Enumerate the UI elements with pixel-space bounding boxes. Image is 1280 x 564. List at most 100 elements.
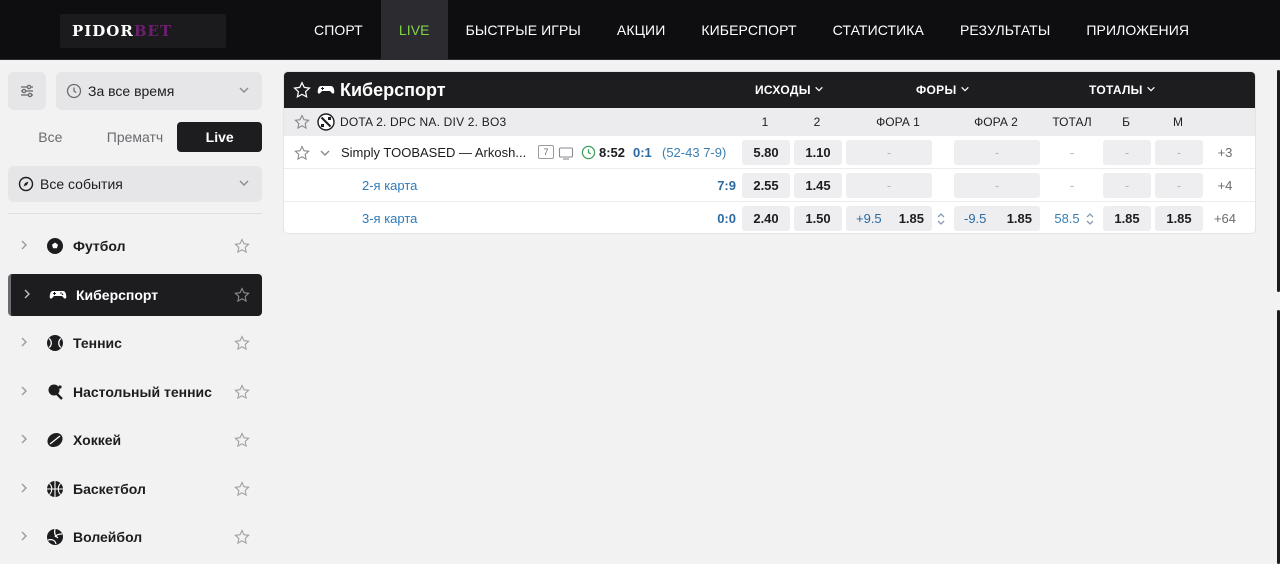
odd-under-empty: - (1155, 173, 1203, 198)
chevron-right-icon (21, 240, 27, 250)
tennis-ball-icon (47, 335, 63, 351)
league-header: DOTA 2. DPC NA. DIV 2. BO3 1 2 ФОРА 1 ФО… (284, 108, 1255, 136)
outcomes-column-header[interactable]: ИСХОДЫ (755, 72, 824, 108)
chevron-down-icon[interactable] (319, 147, 331, 159)
sort-arrows-icon[interactable] (936, 212, 946, 226)
sidebar-item-esports[interactable]: Киберспорт (8, 273, 262, 316)
match-row[interactable]: Simply TOOBASED — Arkosh... 7 8:52 0:1 (… (284, 136, 1255, 169)
star-icon[interactable] (234, 529, 250, 545)
map-row[interactable]: 2-я карта 7:9 2.55 1.45 - - - - - +4 (284, 169, 1255, 202)
sidebar-item-label: Футбол (73, 238, 126, 254)
star-icon[interactable] (234, 335, 250, 351)
segment-prematch[interactable]: Прематч (93, 122, 178, 152)
match-time: 8:52 (599, 145, 626, 160)
more-markets-link[interactable]: +3 (1205, 136, 1245, 169)
map-score: 7:9 (717, 178, 736, 193)
segment-all[interactable]: Все (8, 122, 93, 152)
nav-results[interactable]: РЕЗУЛЬТАТЫ (942, 0, 1068, 60)
nav-fast-games[interactable]: БЫСТРЫЕ ИГРЫ (448, 0, 599, 60)
league-name: DOTA 2. DPC NA. DIV 2. BO3 (340, 115, 507, 129)
star-icon[interactable] (294, 145, 310, 161)
total-value: 58.5 (1054, 211, 1080, 226)
time-filter-select[interactable]: За все время (56, 72, 262, 110)
chevron-right-icon (21, 483, 27, 492)
odd-fora1[interactable]: +9.5 1.85 (846, 206, 932, 231)
sidebar-item-basketball[interactable]: Баскетбол (8, 468, 262, 510)
odd-win1[interactable]: 2.40 (742, 206, 790, 231)
match-teams[interactable]: Simply TOOBASED — Arkosh... (341, 136, 526, 169)
chevron-down-icon (961, 86, 969, 92)
col-header-1: 1 (761, 115, 769, 129)
chevron-down-icon (815, 86, 824, 92)
sidebar-item-hockey[interactable]: Хоккей (8, 419, 262, 461)
nav-esports[interactable]: КИБЕРСПОРТ (683, 0, 814, 60)
map-name[interactable]: 3-я карта (362, 202, 417, 233)
map-row[interactable]: 3-я карта 0:0 2.40 1.50 +9.5 1.85 -9.5 1… (284, 202, 1255, 233)
col-header-fora2: ФОРА 2 (974, 115, 1018, 129)
clock-icon (581, 145, 596, 160)
sidebar-item-football[interactable]: Футбол (8, 225, 262, 267)
nav-statistics[interactable]: СТАТИСТИКА (815, 0, 942, 60)
odd-over-empty: - (1103, 140, 1151, 165)
star-icon[interactable] (234, 238, 250, 254)
odd-win1[interactable]: 2.55 (742, 173, 790, 198)
logo-text-accent: BET (133, 22, 173, 40)
sidebar-item-label: Теннис (73, 335, 122, 351)
map-name[interactable]: 2-я карта (362, 169, 417, 202)
map-score: 0:0 (717, 211, 736, 226)
star-icon[interactable] (234, 286, 250, 303)
events-filter-select[interactable]: Все события (8, 166, 262, 202)
total-empty: - (1069, 145, 1075, 160)
nav-sport[interactable]: СПОРТ (296, 0, 381, 60)
chevron-down-icon (1147, 86, 1156, 92)
totals-column-header[interactable]: ТОТАЛЫ (1089, 72, 1156, 108)
sidebar-item-tennis[interactable]: Теннис (8, 322, 262, 364)
handicap-odd: 1.85 (1006, 211, 1032, 226)
chevron-right-icon (24, 289, 30, 298)
match-score: 0:1 (633, 145, 652, 160)
sliders-icon (21, 84, 33, 98)
col-header-over: Б (1122, 115, 1130, 129)
sidebar-item-volleyball[interactable]: Волейбол (8, 516, 262, 558)
odd-win2[interactable]: 1.45 (794, 173, 842, 198)
more-markets-link[interactable]: +4 (1205, 169, 1245, 202)
odd-win2[interactable]: 1.50 (794, 206, 842, 231)
handicap-value: -9.5 (964, 211, 987, 226)
odd-under-empty: - (1155, 140, 1203, 165)
nav-apps[interactable]: ПРИЛОЖЕНИЯ (1068, 0, 1207, 60)
dota-icon (317, 113, 335, 131)
handicap-value: +9.5 (856, 211, 882, 226)
handicaps-column-header[interactable]: ФОРЫ (916, 72, 970, 108)
chevron-right-icon (21, 337, 27, 347)
filter-settings-button[interactable] (8, 72, 46, 110)
star-icon[interactable] (293, 81, 311, 99)
star-icon[interactable] (234, 480, 250, 497)
sidebar-item-label: Настольный теннис (73, 383, 212, 400)
main-nav: СПОРТ LIVE БЫСТРЫЕ ИГРЫ АКЦИИ КИБЕРСПОРТ… (296, 0, 1207, 60)
sort-arrows-icon[interactable] (1085, 212, 1095, 226)
logo[interactable]: PIDOR BET (60, 14, 226, 48)
col-header-under: М (1173, 115, 1183, 129)
odd-win2[interactable]: 1.10 (794, 140, 842, 165)
clock-icon (66, 83, 82, 99)
segment-live[interactable]: Live (177, 122, 263, 152)
nav-live[interactable]: LIVE (380, 0, 448, 60)
sidebar-item-table-tennis[interactable]: Настольный теннис (8, 371, 262, 413)
col-header-2: 2 (813, 115, 821, 129)
odd-under[interactable]: 1.85 (1155, 206, 1203, 231)
chevron-right-icon (21, 434, 27, 444)
odd-fora2[interactable]: -9.5 1.85 (954, 206, 1040, 231)
totals-label: ТОТАЛЫ (1089, 83, 1143, 97)
nav-promotions[interactable]: АКЦИИ (599, 0, 683, 60)
outcomes-label: ИСХОДЫ (755, 83, 811, 97)
top-bar: PIDOR BET СПОРТ LIVE БЫСТРЫЕ ИГРЫ АКЦИИ К… (0, 0, 1280, 60)
odd-over[interactable]: 1.85 (1103, 206, 1151, 231)
star-icon[interactable] (234, 432, 250, 448)
star-icon[interactable] (294, 114, 310, 130)
star-icon[interactable] (234, 383, 250, 400)
stats-badge[interactable]: 7 (538, 145, 554, 159)
more-markets-link[interactable]: +64 (1205, 202, 1245, 233)
tv-icon[interactable] (558, 145, 574, 161)
odd-win1[interactable]: 5.80 (742, 140, 790, 165)
sidebar-item-label: Баскетбол (73, 480, 146, 497)
